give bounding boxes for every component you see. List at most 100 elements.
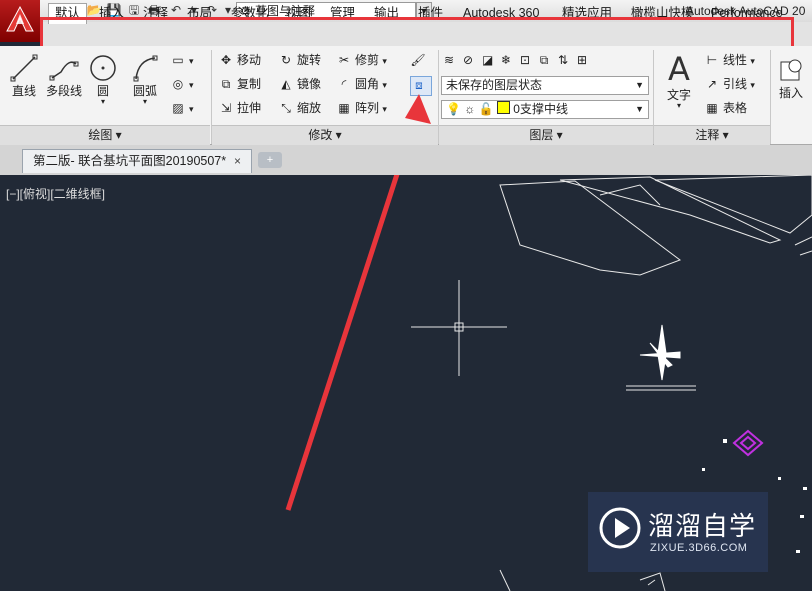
arc-button[interactable]: 圆弧 ▾ — [128, 54, 162, 106]
layer-merge-icon[interactable]: ⊞ — [577, 52, 593, 68]
ellipse-button[interactable]: ◎ ▾ — [170, 76, 194, 93]
hatch-icon: ▨ — [172, 101, 184, 115]
table-button[interactable]: ▦ 表格 — [704, 100, 747, 116]
file-tab[interactable]: 第二版- 联合基坑平面图20190507* × — [22, 149, 252, 173]
magenta-marker — [732, 429, 764, 457]
text-dropdown-icon[interactable]: ▾ — [660, 102, 698, 110]
save-as-icon[interactable]: 🖫 — [126, 3, 142, 18]
array-button[interactable]: ▦ 阵列 ▾ — [336, 100, 387, 117]
scale-button[interactable]: ⤡ 缩放 — [278, 100, 321, 116]
ellipse-dropdown-icon[interactable]: ▾ — [189, 80, 194, 90]
fillet-button[interactable]: ◜ 圆角 ▾ — [336, 76, 387, 93]
layer-off-icon[interactable]: ⊘ — [463, 52, 479, 68]
file-tab-title: 第二版- 联合基坑平面图20190507* — [33, 154, 227, 168]
rectangle-button[interactable]: ▭ ▾ — [170, 52, 194, 69]
leader-button[interactable]: ↗ 引线 ▾ — [704, 76, 755, 93]
linear-dimension-button[interactable]: ⊢ 线性 ▾ — [704, 52, 755, 69]
watermark-url: ZIXUE.3D66.COM — [650, 542, 748, 554]
stretch-icon: ⇲ — [220, 101, 232, 115]
linear-dropdown-icon[interactable]: ▾ — [750, 56, 755, 66]
circle-dropdown-icon[interactable]: ▾ — [88, 98, 118, 106]
watermark: 溜溜自学 ZIXUE.3D66.COM — [588, 492, 768, 572]
hatch-button[interactable]: ▨ ▾ — [170, 100, 194, 117]
text-icon: A — [668, 50, 690, 88]
lightbulb-icon: 💡 — [446, 102, 461, 116]
arc-icon — [133, 55, 158, 82]
parcel-outline — [794, 236, 812, 246]
parcel-outline — [559, 176, 782, 244]
stretch-label: 拉伸 — [237, 101, 262, 115]
autocad-logo-icon — [6, 6, 34, 32]
rectangle-dropdown-icon[interactable]: ▾ — [189, 56, 194, 66]
explode-icon: ⧈ — [415, 78, 423, 92]
mirror-button[interactable]: ◭ 镜像 — [278, 76, 321, 92]
layer-panel-label: 图层 — [529, 128, 554, 142]
north-arrow — [639, 324, 681, 381]
insert-label: 插入 — [778, 86, 803, 100]
leader-dropdown-icon[interactable]: ▾ — [750, 80, 755, 90]
trim-dropdown-icon[interactable]: ▾ — [382, 56, 387, 66]
array-dropdown-icon[interactable]: ▾ — [382, 104, 387, 114]
line-button[interactable]: 直线 — [8, 54, 40, 99]
fillet-icon: ◜ — [341, 77, 347, 91]
new-tab-button[interactable]: + — [258, 152, 282, 168]
move-icon: ✥ — [220, 53, 232, 67]
circle-button[interactable]: 圆 ▾ — [88, 54, 118, 106]
close-icon[interactable]: × — [234, 150, 241, 172]
linear-dimension-icon: ⊢ — [706, 53, 718, 67]
text-button[interactable]: A 文字 ▾ — [660, 50, 698, 110]
annotation-arrow-shaft — [285, 175, 400, 511]
circle-icon — [90, 55, 116, 81]
fillet-label: 圆角 — [355, 77, 380, 91]
layer-match-icon[interactable]: ⧉ — [539, 52, 555, 68]
layer-iso-icon[interactable]: ◪ — [482, 52, 498, 68]
line-label: 直线 — [11, 84, 36, 98]
stretch-button[interactable]: ⇲ 拉伸 — [218, 100, 261, 116]
insert-block-button[interactable]: 插入 — [774, 54, 808, 101]
trim-button[interactable]: ✂ 修剪 ▾ — [336, 52, 387, 69]
arc-dropdown-icon[interactable]: ▾ — [128, 98, 162, 106]
ellipse-icon: ◎ — [172, 77, 184, 91]
layer-state-value: 未保存的图层状态 — [446, 78, 543, 92]
viewport-controls-label[interactable]: [−][俯视][二维线框] — [6, 185, 105, 202]
layer-panel-title[interactable]: 图层 ▾ — [439, 125, 653, 145]
layer-walk-icon[interactable]: ⇅ — [558, 52, 574, 68]
move-label: 移动 — [237, 53, 262, 67]
table-icon: ▦ — [706, 101, 718, 115]
hatch-dropdown-icon[interactable]: ▾ — [189, 104, 194, 114]
watermark-brand: 溜溜自学 — [648, 512, 757, 542]
leader-icon: ↗ — [706, 77, 718, 91]
move-button[interactable]: ✥ 移动 — [218, 52, 261, 68]
layer-state-select[interactable]: 未保存的图层状态 ▼ — [441, 76, 649, 95]
layer-freeze-icon[interactable]: ❄ — [501, 52, 517, 68]
parcel-outline — [654, 175, 812, 234]
trim-label: 修剪 — [355, 53, 380, 67]
text-label: 文字 — [666, 88, 691, 102]
undo-icon[interactable]: ↶ — [168, 3, 184, 18]
table-label: 表格 — [723, 101, 748, 115]
rotate-icon: ↻ — [280, 53, 292, 67]
rectangle-icon: ▭ — [172, 53, 184, 67]
layer-lock-icon[interactable]: ⊡ — [520, 52, 536, 68]
chevron-down-icon: ▼ — [635, 104, 644, 114]
brush-icon: 🖌 — [410, 53, 426, 67]
array-label: 阵列 — [355, 101, 380, 115]
erase-button[interactable]: 🖌 — [410, 52, 429, 68]
trim-icon: ✂ — [338, 53, 350, 67]
application-menu-button[interactable] — [0, 0, 40, 42]
layer-properties-icon[interactable]: ≋ — [444, 52, 460, 68]
draw-panel-label: 绘图 — [88, 128, 113, 142]
rotate-label: 旋转 — [297, 53, 322, 67]
fillet-dropdown-icon[interactable]: ▾ — [382, 80, 387, 90]
annotation-panel-title[interactable]: 注释 ▾ — [654, 125, 770, 145]
modify-panel-label: 修改 — [308, 128, 333, 142]
rotate-button[interactable]: ↻ 旋转 — [278, 52, 321, 68]
scale-label: 缩放 — [297, 101, 322, 115]
current-layer-select[interactable]: 💡 ☼ 🔓 0支撑中线 ▼ — [441, 100, 649, 119]
mirror-label: 镜像 — [297, 77, 322, 91]
circle-label: 圆 — [96, 84, 109, 98]
draw-panel-title[interactable]: 绘图 ▾ — [0, 125, 210, 145]
copy-button[interactable]: ⧉ 复制 — [218, 76, 261, 92]
parcel-outline — [599, 184, 661, 206]
polyline-button[interactable]: 多段线 — [44, 54, 84, 99]
